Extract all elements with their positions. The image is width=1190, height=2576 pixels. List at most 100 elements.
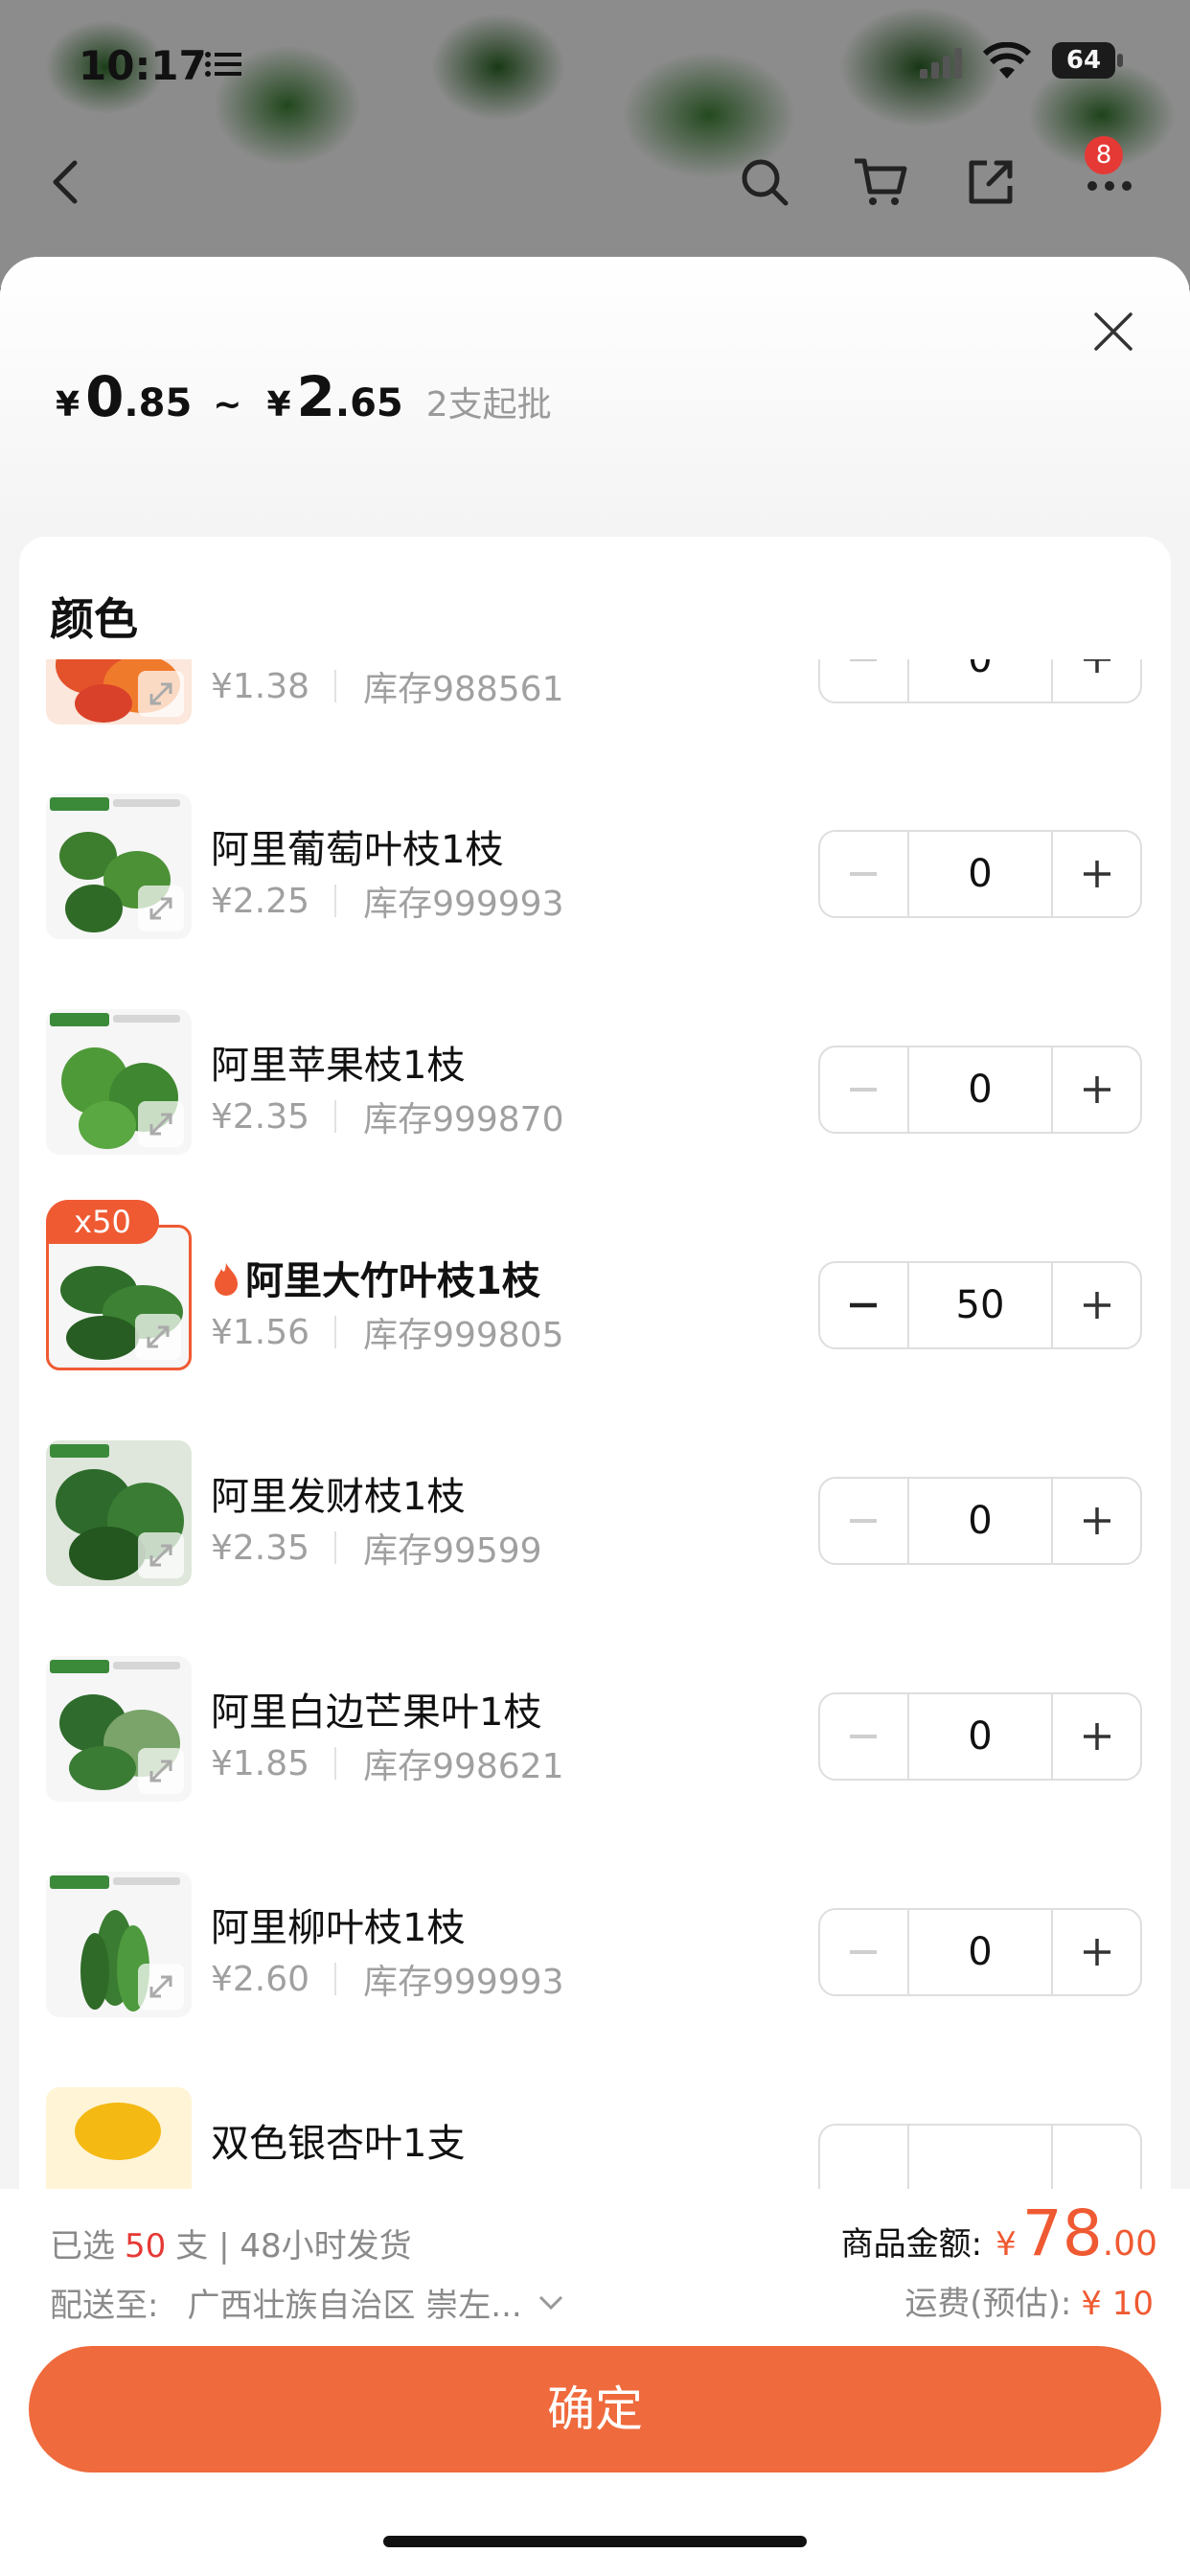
section-title: 颜色 [50,593,138,645]
decrement-button[interactable] [820,832,907,916]
variant-thumbnail[interactable] [46,1440,192,1586]
variant-name-row: 阿里大竹叶枝1枝 [211,1250,540,1305]
variant-name: 双色银杏叶1支 [211,2122,466,2166]
min-order-text: 2支起批 [425,385,552,425]
quantity-value[interactable]: 0 [906,659,1054,702]
decrement-button[interactable] [820,1047,907,1132]
increment-button[interactable] [1053,1694,1140,1779]
variant-name: 阿里苹果枝1枝 [211,1044,466,1088]
thumb-label [50,1444,109,1458]
delivery-address[interactable]: 配送至: 广西壮族自治区 崇左... [50,2279,564,2326]
ship-address[interactable]: 广西壮族自治区 崇左... [187,2279,521,2326]
expand-icon[interactable] [138,886,184,932]
chevron-down-icon[interactable] [538,2293,564,2312]
expand-icon[interactable] [138,671,184,717]
back-icon[interactable] [38,153,96,211]
expand-icon[interactable] [138,1532,184,1578]
price-max-dec: .65 [334,381,403,426]
variant-row[interactable]: 阿里白边芒果叶1枝 ¥1.85 库存998621 0 [19,1631,1171,1823]
share-icon[interactable] [962,153,1019,211]
product-nav-bar [0,134,1190,230]
wifi-icon [983,42,1031,79]
increment-button[interactable] [1053,832,1140,916]
variant-row[interactable]: 阿里发财枝1枝 ¥2.35 库存99599 0 [19,1415,1171,1607]
search-icon[interactable] [736,153,793,211]
variant-thumbnail[interactable] [46,794,192,939]
quantity-value[interactable]: 0 [906,1047,1054,1132]
quantity-stepper[interactable]: 0 [818,1477,1142,1565]
variant-meta: ¥1.38 库存988561 [211,661,564,711]
plus-icon [1083,1507,1110,1534]
quantity-value[interactable]: 0 [906,1910,1054,1994]
quantity-value[interactable]: 0 [906,1694,1054,1779]
expand-icon[interactable] [138,1964,184,2010]
variant-list[interactable]: ¥1.38 库存988561 0 阿里葡萄叶枝1枝 ¥2.25 库存999993… [19,659,1171,2434]
price-range: ¥ 0 .85 ~ ¥ 2 .65 2支起批 [56,364,552,431]
variant-name: 阿里柳叶枝1枝 [211,1906,466,1950]
variant-stock: 库存999993 [363,1963,564,2002]
decrement-button[interactable] [820,1479,907,1563]
plus-icon [1083,1292,1110,1319]
decrement-button[interactable] [820,1910,907,1994]
increment-button[interactable] [1053,1263,1140,1347]
increment-button[interactable] [1053,1910,1140,1994]
confirm-button[interactable]: 确定 [29,2346,1161,2472]
variant-meta: ¥2.60 库存999993 [211,1954,564,2004]
quantity-stepper[interactable]: 0 [818,659,1142,703]
thumb-caption [113,1877,180,1885]
variant-row[interactable]: 阿里柳叶枝1枝 ¥2.60 库存999993 0 [19,1847,1171,2038]
variant-thumbnail[interactable] [46,1872,192,2017]
quantity-stepper[interactable]: 0 [818,830,1142,918]
minus-icon [850,1735,878,1738]
increment-button[interactable] [1053,1047,1140,1132]
freight-value: ¥ 10 [1081,2285,1154,2323]
status-time: 10:17 [79,42,207,89]
selection-summary: 已选 50 支 | 48小时发货 [50,2220,412,2266]
variant-price: ¥2.25 [211,881,310,921]
freight-estimate: 运费(预估): ¥ 10 [904,2277,1154,2324]
variant-price: ¥2.35 [211,1096,310,1137]
variant-name: 阿里发财枝1枝 [211,1475,466,1519]
thumb-caption [113,1662,180,1669]
cart-icon[interactable] [851,153,908,211]
selected-suffix: 支 | 48小时发货 [175,2227,412,2266]
expand-icon[interactable] [138,1101,184,1147]
quantity-stepper[interactable]: 0 [818,1692,1142,1781]
home-indicator [383,2536,807,2547]
divider [334,1963,337,1995]
variant-thumbnail[interactable] [46,1656,192,1802]
quantity-value[interactable]: 0 [906,832,1054,916]
quantity-stepper[interactable]: 0 [818,1908,1142,1996]
variant-row[interactable]: ¥1.38 库存988561 0 [19,659,1171,746]
variant-thumbnail[interactable] [46,1225,192,1370]
variant-row-selected[interactable]: x50 阿里大竹叶枝1枝 ¥1.56 库存999805 50 [19,1200,1171,1392]
price-max-currency: ¥ [266,385,291,425]
increment-button[interactable] [1053,659,1140,702]
variant-price: ¥1.38 [211,666,310,706]
increment-button[interactable] [1053,1479,1140,1563]
freight-label: 运费(预估): [904,2285,1072,2323]
variant-thumbnail[interactable] [46,1009,192,1155]
quantity-stepper[interactable]: 0 [818,1046,1142,1134]
price-min-int: 0 [85,364,125,429]
variant-row[interactable]: 阿里苹果枝1枝 ¥2.35 库存999870 0 [19,984,1171,1176]
decrement-button[interactable] [820,659,907,702]
quantity-stepper[interactable]: 50 [818,1261,1142,1349]
decrement-button[interactable] [820,1694,907,1779]
expand-icon[interactable] [138,1748,184,1794]
amount-currency: ¥ [995,2225,1017,2264]
close-icon[interactable] [1087,305,1140,358]
expand-icon[interactable] [135,1314,181,1360]
quantity-value[interactable]: 0 [906,1479,1054,1563]
decrement-button[interactable] [820,1263,907,1347]
minus-icon [850,1519,878,1523]
checkout-footer: 已选 50 支 | 48小时发货 配送至: 广西壮族自治区 崇左... 商品金额: … [0,2189,1190,2576]
variant-thumbnail[interactable] [46,659,192,724]
battery-indicator: 64 [1052,42,1125,79]
quantity-value[interactable]: 50 [906,1263,1054,1347]
minus-icon [850,1302,878,1308]
variant-name: 阿里葡萄叶枝1枝 [211,828,504,872]
variant-stock: 库存99599 [363,1531,542,1571]
variant-row[interactable]: 阿里葡萄叶枝1枝 ¥2.25 库存999993 0 [19,769,1171,960]
divider [334,885,337,917]
